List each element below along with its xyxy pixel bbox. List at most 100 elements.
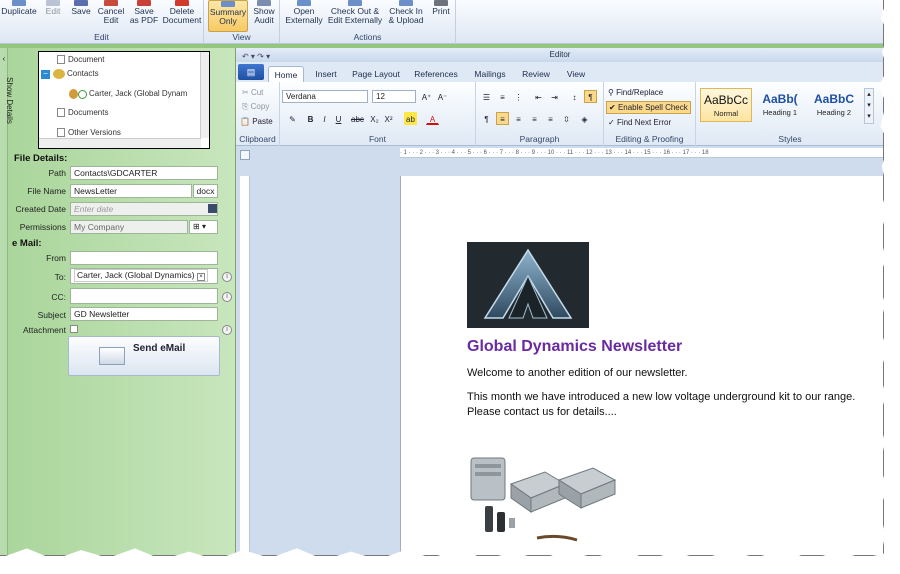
tree-item-documents[interactable]: Documents xyxy=(57,108,108,118)
cancel-edit-button[interactable]: Cancel Edit xyxy=(96,0,126,25)
copy-button[interactable]: ⎘ Copy xyxy=(242,102,269,112)
superscript-icon[interactable]: X² xyxy=(382,112,395,125)
permissions-dropdown[interactable]: ⊞ ▾ xyxy=(189,220,218,234)
style-heading-2[interactable]: AaBbC Heading 2 xyxy=(808,88,860,122)
cc-field[interactable] xyxy=(70,288,218,304)
send-email-button[interactable]: Send eMail xyxy=(68,336,220,376)
show-audit-button[interactable]: Show Audit xyxy=(250,0,278,25)
created-date-field[interactable]: Enter date xyxy=(70,202,218,216)
subscript-icon[interactable]: X₂ xyxy=(368,112,381,125)
bold-icon[interactable]: B xyxy=(304,112,317,125)
file-name-field[interactable]: NewsLetter xyxy=(70,184,192,198)
tab-home[interactable]: Home xyxy=(268,66,304,82)
show-formatting-icon[interactable]: ¶ xyxy=(584,90,597,103)
calendar-icon[interactable] xyxy=(208,204,217,213)
styles-scroll-icon[interactable]: ▴ ▾ ▾ xyxy=(864,88,874,124)
style-normal[interactable]: AaBbCc Normal xyxy=(700,88,752,122)
paragraph-group: ☰ ≡ ⋮ ⇤ ⇥ ↕ ¶ ¶ ≡ ≡ ≡ ≡ ⇳ ◈ Paragraph xyxy=(476,82,604,146)
shading-icon[interactable]: ◈ xyxy=(578,112,591,125)
tab-mailings[interactable]: Mailings xyxy=(468,66,512,82)
info-icon[interactable]: i xyxy=(222,325,232,335)
edit-button[interactable]: Edit xyxy=(40,0,66,16)
font-family-select[interactable]: Verdana xyxy=(282,90,368,103)
file-details-heading: File Details: xyxy=(14,153,68,164)
align-center-icon[interactable]: ≡ xyxy=(512,112,525,125)
tree-horizontal-scrollbar[interactable] xyxy=(39,138,201,148)
sort-icon[interactable]: ↕ xyxy=(568,90,581,103)
grow-font-icon[interactable]: A⁺ xyxy=(420,90,433,103)
contacts-icon xyxy=(53,69,65,79)
info-icon[interactable]: i xyxy=(222,292,232,302)
tree-item-document[interactable]: Document xyxy=(57,55,104,65)
tab-review[interactable]: Review xyxy=(516,66,556,82)
save-as-pdf-button[interactable]: Save as PDF xyxy=(128,0,160,25)
summary-only-button[interactable]: Summary Only xyxy=(208,0,248,32)
find-next-error-button[interactable]: ✓ Find Next Error xyxy=(608,118,671,127)
check-in-upload-button[interactable]: Check In & Upload xyxy=(386,0,426,25)
line-spacing-icon[interactable]: ⇳ xyxy=(560,112,573,125)
recipient-chip[interactable]: Carter, Jack (Global Dynamics) × xyxy=(74,269,208,282)
numbering-icon[interactable]: ≡ xyxy=(496,90,509,103)
tab-insert[interactable]: Insert xyxy=(308,66,344,82)
font-size-select[interactable]: 12 xyxy=(372,90,416,103)
justify-icon[interactable]: ≡ xyxy=(544,112,557,125)
file-menu-button[interactable]: ▤ xyxy=(238,64,264,80)
enable-spell-check-button[interactable]: ✔ Enable Spell Check xyxy=(606,101,691,114)
ruler-toggle-button[interactable] xyxy=(240,150,250,160)
duplicate-button[interactable]: Duplicate xyxy=(0,0,38,16)
underline-icon[interactable]: U xyxy=(332,112,345,125)
from-field[interactable] xyxy=(70,251,218,265)
italic-icon[interactable]: I xyxy=(318,112,331,125)
document-page[interactable]: Global Dynamics Newsletter Welcome to an… xyxy=(400,176,883,555)
document-tree: Document − Contacts Carter, Jack (Global … xyxy=(38,51,210,149)
collapse-icon[interactable]: − xyxy=(41,69,50,79)
to-field[interactable]: Carter, Jack (Global Dynamics) × xyxy=(70,268,218,284)
clear-format-icon[interactable]: ✎ xyxy=(286,112,299,125)
pilcrow-icon[interactable]: ¶ xyxy=(480,112,493,125)
path-field[interactable]: Contacts\GDCARTER xyxy=(70,166,218,180)
delete-document-button[interactable]: Delete Document xyxy=(162,0,202,25)
view-group: Summary Only Show Audit View xyxy=(204,0,280,44)
find-replace-button[interactable]: ⚲ Find/Replace xyxy=(608,88,663,97)
tab-view[interactable]: View xyxy=(558,66,594,82)
cut-button[interactable]: ✂ Cut xyxy=(242,88,263,97)
align-left-icon[interactable]: ≡ xyxy=(496,112,509,125)
strikethrough-icon[interactable]: abc xyxy=(350,112,364,125)
editor-window: ↶ ▾ ↷ ▾ Editor ▤ Home Insert Page Layout… xyxy=(236,48,883,555)
decrease-indent-icon[interactable]: ⇤ xyxy=(532,90,545,103)
tree-item-contact[interactable]: Carter, Jack (Global Dynam xyxy=(69,89,187,99)
attachment-label: Attachment xyxy=(23,325,66,335)
info-icon[interactable]: i xyxy=(222,272,232,282)
copy-icon: ⎘ xyxy=(242,102,249,111)
paragraph-group-label: Paragraph xyxy=(519,134,560,144)
subject-field[interactable]: GD Newsletter xyxy=(70,307,218,321)
tab-page-layout[interactable]: Page Layout xyxy=(348,66,404,82)
tab-references[interactable]: References xyxy=(408,66,464,82)
tree-vertical-scrollbar[interactable] xyxy=(200,52,209,138)
style-heading-1[interactable]: AaBb(Heading 1 xyxy=(754,88,806,122)
tree-item-other-versions[interactable]: Other Versions xyxy=(57,128,121,138)
save-button[interactable]: Save xyxy=(68,0,94,16)
multilevel-list-icon[interactable]: ⋮ xyxy=(512,90,525,103)
increase-indent-icon[interactable]: ⇥ xyxy=(548,90,561,103)
edit-group: Duplicate Edit Save Cancel Edit Save as … xyxy=(0,0,204,44)
edit-group-label: Edit xyxy=(94,32,109,42)
collapse-arrow-icon[interactable]: ‹ xyxy=(0,54,8,63)
highlight-icon[interactable]: ab xyxy=(404,112,417,125)
font-color-icon[interactable]: A xyxy=(426,112,439,125)
editing-group: ⚲ Find/Replace ✔ Enable Spell Check ✓ Fi… xyxy=(604,82,696,146)
open-externally-button[interactable]: Open Externally xyxy=(282,0,326,25)
permissions-field[interactable]: My Company xyxy=(70,220,188,234)
clipboard-group: ✂ Cut ⎘ Copy 📋 Paste Clipboard xyxy=(236,82,280,146)
check-out-edit-externally-button[interactable]: Check Out & Edit Externally xyxy=(326,0,384,25)
paste-button[interactable]: 📋 Paste xyxy=(240,117,273,126)
attachment-checkbox[interactable] xyxy=(70,325,78,333)
show-details-tab[interactable]: ‹ Show Details xyxy=(0,48,14,555)
align-right-icon[interactable]: ≡ xyxy=(528,112,541,125)
lock-icon xyxy=(78,89,87,99)
remove-recipient-icon[interactable]: × xyxy=(197,273,205,281)
bullets-icon[interactable]: ☰ xyxy=(480,90,493,103)
shrink-font-icon[interactable]: A⁻ xyxy=(436,90,449,103)
print-button[interactable]: Print xyxy=(428,0,454,16)
tree-item-contacts[interactable]: − Contacts xyxy=(41,69,99,79)
